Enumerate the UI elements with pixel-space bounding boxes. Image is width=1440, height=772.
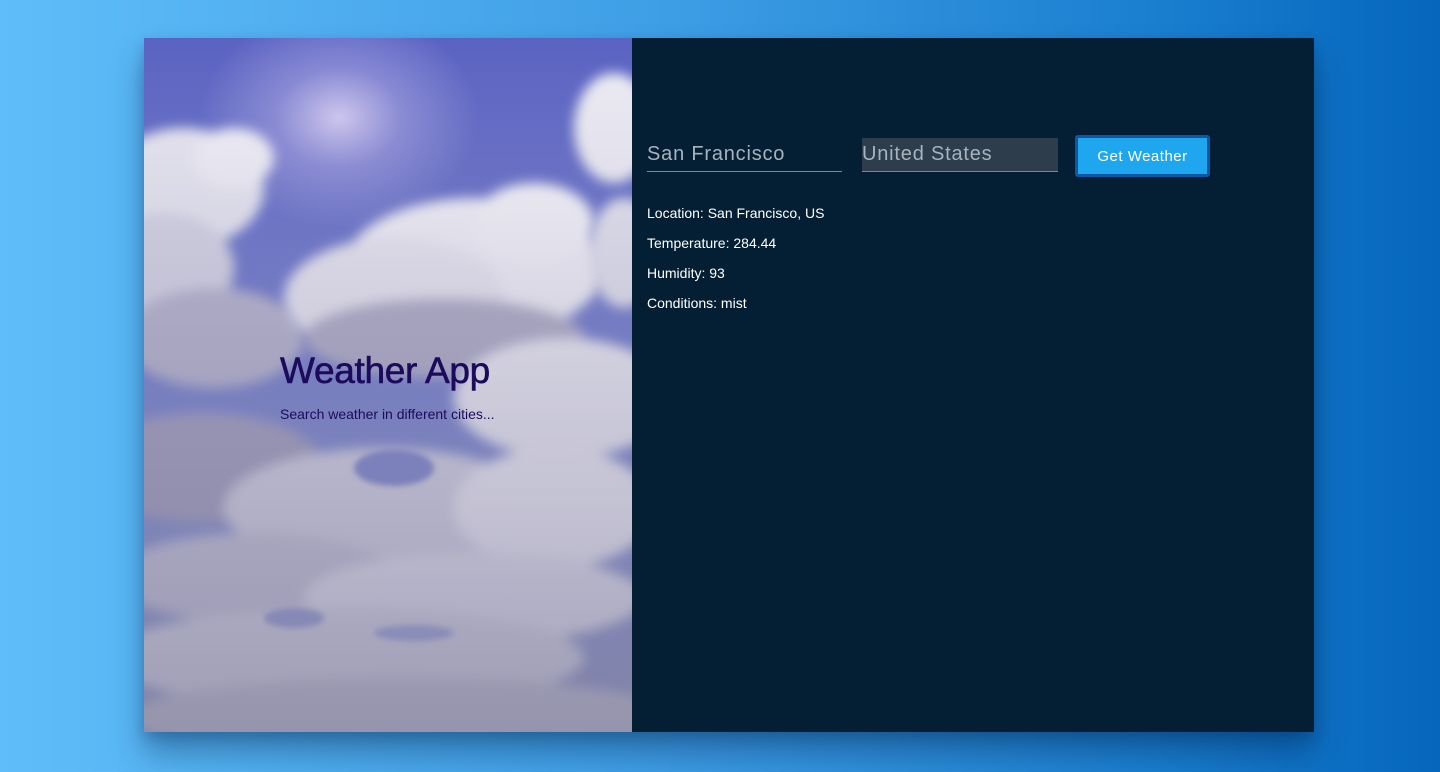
country-input[interactable] <box>862 138 1058 172</box>
weather-results: Location: San Francisco, US Temperature:… <box>647 204 824 324</box>
hero-panel: Weather App Search weather in different … <box>144 38 632 732</box>
city-input[interactable] <box>647 138 842 172</box>
get-weather-button[interactable]: Get Weather <box>1075 135 1210 177</box>
app-subtitle: Search weather in different cities... <box>280 406 495 422</box>
humidity-text: Humidity: 93 <box>647 265 725 281</box>
conditions-text: Conditions: mist <box>647 295 747 311</box>
weather-form-panel: Get Weather Location: San Francisco, US … <box>632 38 1314 732</box>
temperature-text: Temperature: 284.44 <box>647 235 777 251</box>
location-text: Location: San Francisco, US <box>647 205 825 221</box>
app-title: Weather App <box>280 350 491 392</box>
app-card: Weather App Search weather in different … <box>144 38 1314 732</box>
